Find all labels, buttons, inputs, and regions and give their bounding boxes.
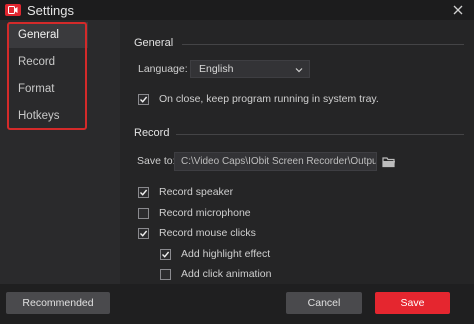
tray-checkbox[interactable] — [138, 94, 149, 105]
sidebar-item-format[interactable]: Format — [8, 76, 88, 102]
language-select[interactable]: English — [190, 60, 310, 78]
record-speaker-label: Record speaker — [159, 186, 234, 198]
record-mouse-clicks-label: Record mouse clicks — [159, 227, 256, 239]
sidebar-item-hotkeys[interactable]: Hotkeys — [8, 103, 88, 129]
save-path-input[interactable]: C:\Video Caps\IObit Screen Recorder\Outp… — [174, 152, 377, 171]
app-logo-icon — [5, 4, 21, 16]
sidebar-item-general[interactable]: General — [8, 22, 88, 48]
folder-icon[interactable] — [382, 155, 396, 168]
footer-bar: Recommended Cancel Save — [0, 284, 474, 324]
save-to-label: Save to: — [137, 155, 176, 167]
save-button[interactable]: Save — [375, 292, 450, 314]
general-section-title: General — [134, 37, 174, 49]
chevron-down-icon — [295, 65, 303, 77]
save-path-value: C:\Video Caps\IObit Screen Recorder\Outp… — [181, 156, 377, 167]
settings-window: Settings General Record Format Hotkeys G… — [0, 0, 474, 324]
record-section-title: Record — [134, 127, 170, 139]
check-icon — [162, 251, 170, 258]
recommended-button[interactable]: Recommended — [6, 292, 110, 314]
tray-option-label: On close, keep program running in system… — [159, 93, 379, 105]
general-section-divider — [182, 44, 464, 45]
record-microphone-checkbox[interactable] — [138, 208, 149, 219]
check-icon — [140, 230, 148, 237]
cancel-button[interactable]: Cancel — [286, 292, 362, 314]
check-icon — [140, 189, 148, 196]
settings-content: General Language: English On close, keep… — [120, 20, 474, 284]
window-title: Settings — [27, 2, 74, 18]
close-icon[interactable] — [450, 2, 466, 18]
click-animation-checkbox[interactable] — [160, 269, 171, 280]
language-label: Language: — [138, 63, 188, 75]
highlight-effect-checkbox[interactable] — [160, 249, 171, 260]
check-icon — [140, 96, 148, 103]
language-value: English — [199, 63, 234, 75]
record-microphone-label: Record microphone — [159, 207, 251, 219]
sidebar: General Record Format Hotkeys — [0, 20, 120, 284]
record-speaker-checkbox[interactable] — [138, 187, 149, 198]
title-bar: Settings — [0, 0, 474, 20]
highlight-effect-label: Add highlight effect — [181, 248, 271, 260]
record-section-divider — [176, 134, 464, 135]
sidebar-item-record[interactable]: Record — [8, 49, 88, 75]
click-animation-label: Add click animation — [181, 268, 272, 280]
record-mouse-clicks-checkbox[interactable] — [138, 228, 149, 239]
